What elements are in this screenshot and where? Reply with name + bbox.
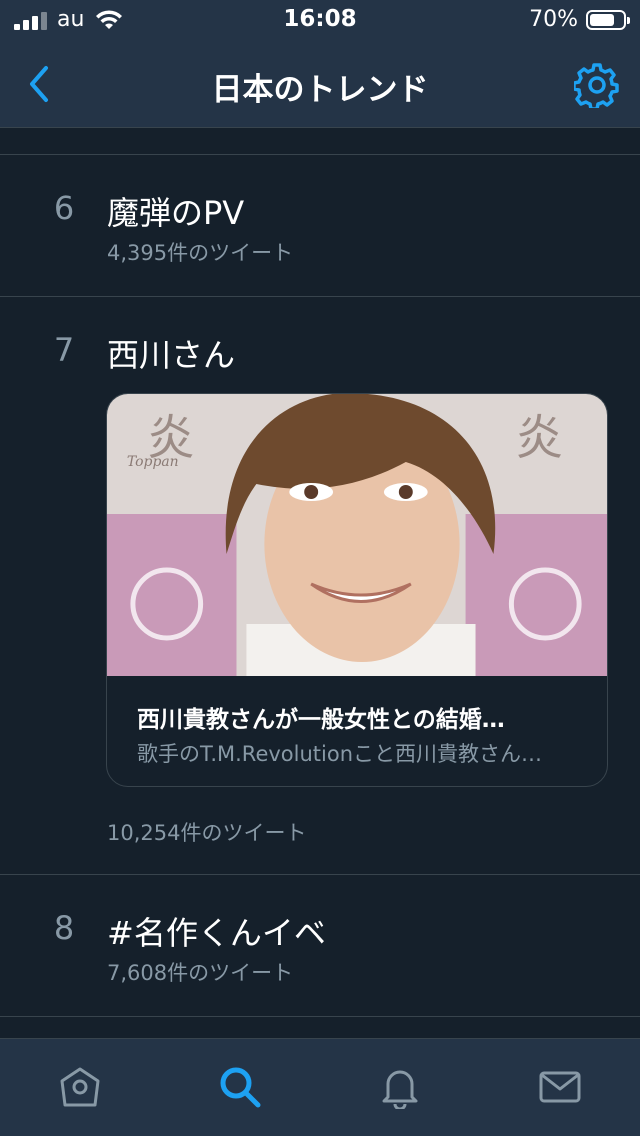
svg-text:炎: 炎 — [515, 411, 563, 466]
news-card-image: 炎 炎 Toppan — [107, 394, 607, 676]
home-icon[interactable] — [58, 1065, 102, 1109]
trend-name: #名作くんイベ — [107, 914, 326, 952]
trend-item[interactable]: 7 西川さん 炎 炎 Toppan 西川貴教さんが一般女性との結婚… 歌手のT.… — [0, 297, 640, 874]
trend-item[interactable]: 6 魔弾のPV 4,395件のツイート — [0, 155, 640, 296]
trend-list: 6 魔弾のPV 4,395件のツイート 7 西川さん 炎 炎 Toppan 西川… — [0, 128, 640, 1017]
news-card-title: 西川貴教さんが一般女性との結婚… — [137, 707, 505, 733]
trend-name: 西川さん — [107, 336, 236, 374]
trend-rank: 8 — [53, 909, 75, 947]
trend-tweet-count: 10,254件のツイート — [107, 821, 307, 845]
search-icon[interactable] — [218, 1065, 262, 1109]
mail-icon[interactable] — [538, 1065, 582, 1109]
gear-icon[interactable] — [574, 62, 620, 108]
battery-percentage: 70% — [529, 7, 578, 32]
trend-tweet-count: 7,608件のツイート — [107, 961, 294, 985]
trend-rank: 6 — [53, 189, 75, 227]
news-card[interactable]: 炎 炎 Toppan 西川貴教さんが一般女性との結婚… 歌手のT.M.Revol… — [106, 393, 608, 787]
status-bar: au 16:08 70% — [0, 0, 640, 40]
trend-item[interactable]: 8 #名作くんイベ 7,608件のツイート — [0, 875, 640, 1016]
page-title: 日本のトレンド — [211, 72, 429, 108]
divider — [0, 1016, 640, 1017]
tab-bar — [0, 1038, 640, 1136]
trend-tweet-count: 4,395件のツイート — [107, 241, 294, 265]
bell-icon[interactable] — [378, 1065, 422, 1109]
navigation-bar: 日本のトレンド — [0, 40, 640, 128]
news-card-description: 歌手のT.M.Revolutionこと西川貴教さん… — [137, 742, 543, 766]
card-image-caption: Toppan — [127, 454, 179, 470]
trend-rank: 7 — [53, 331, 75, 369]
battery-icon — [586, 10, 630, 30]
trend-name: 魔弾のPV — [107, 194, 245, 232]
